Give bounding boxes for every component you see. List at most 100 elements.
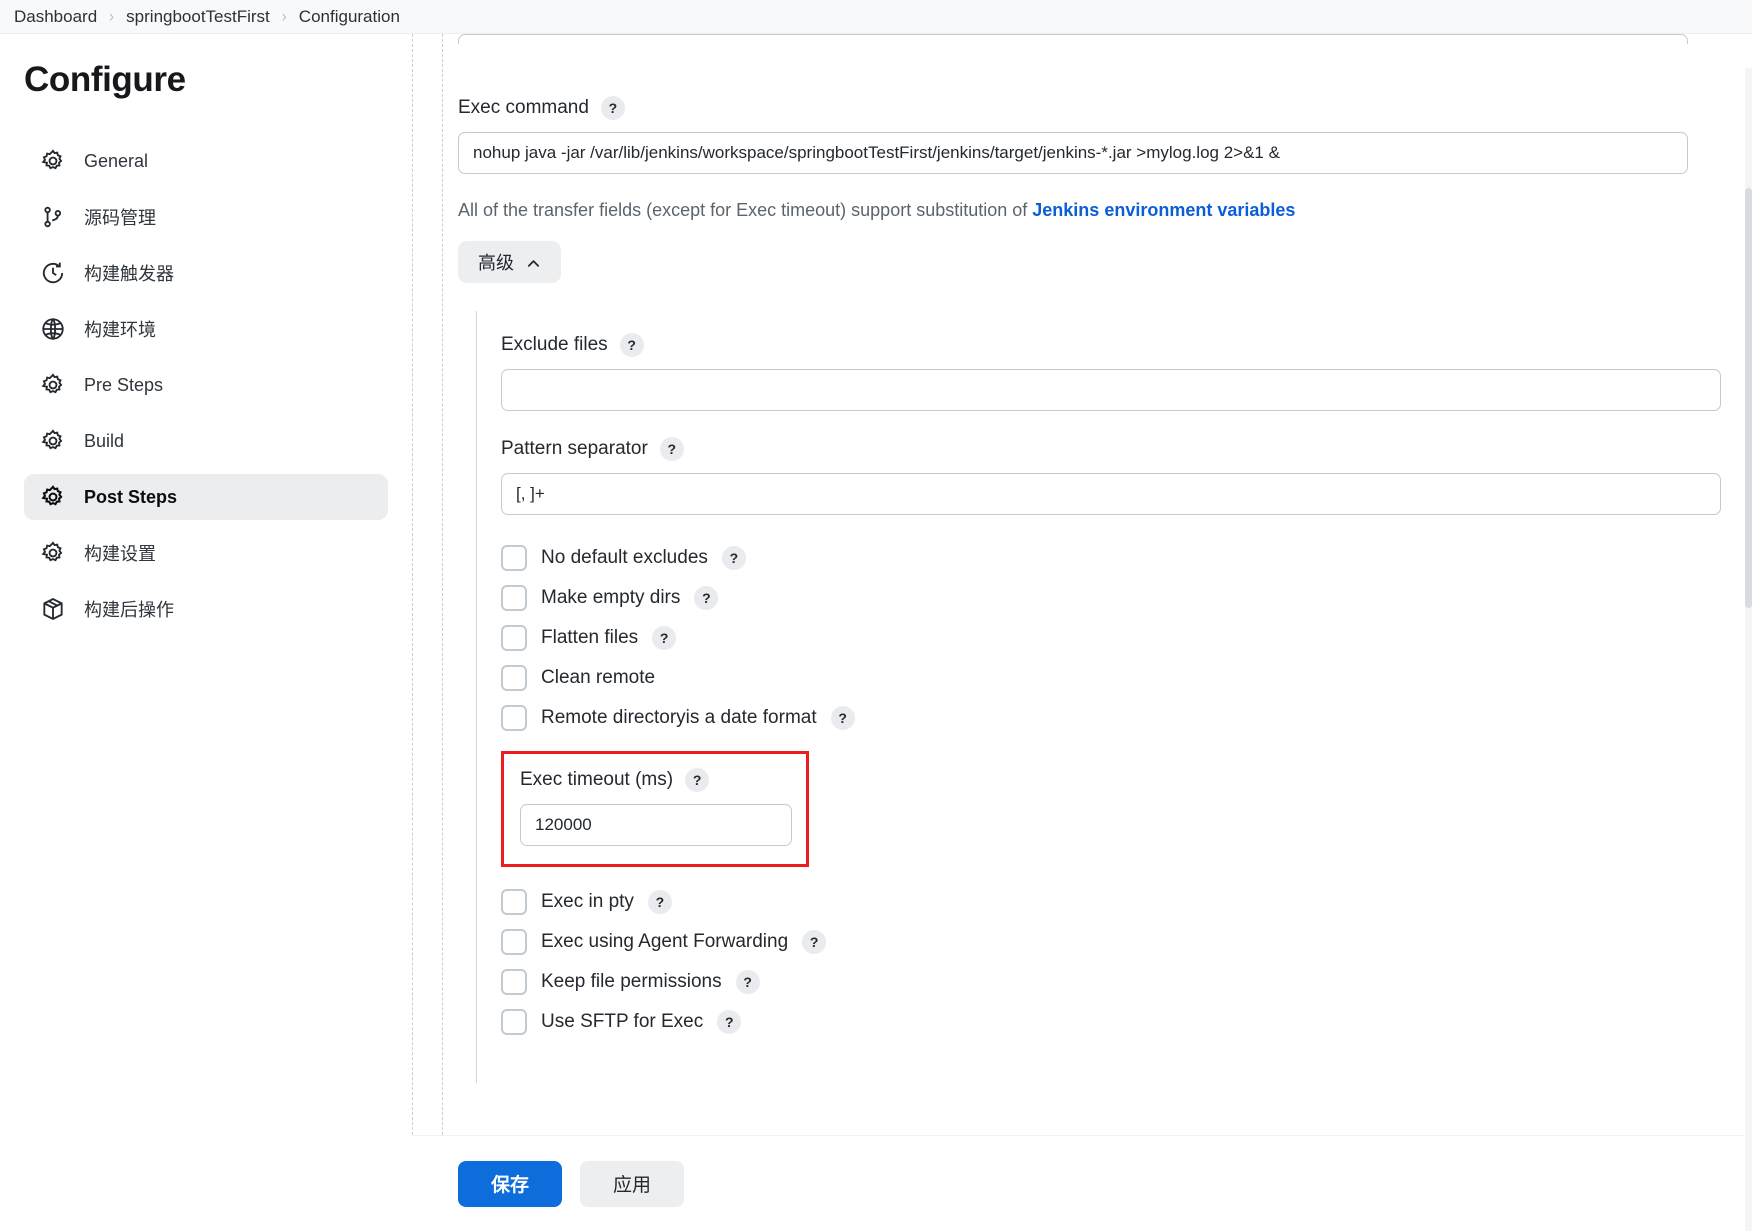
checkbox-label: Use SFTP for Exec (541, 1011, 704, 1032)
advanced-panel: Exclude files ? Pattern separator ? [, ]… (476, 311, 1752, 1083)
exclude-files-field: Exclude files ? (501, 333, 1752, 411)
breadcrumb-item-dashboard[interactable]: Dashboard (8, 7, 103, 27)
help-icon[interactable]: ? (717, 1010, 742, 1034)
checkbox-label: Exec in pty (541, 891, 634, 912)
breadcrumb: Dashboard › springbootTestFirst › Config… (0, 0, 1752, 34)
post-steps-form: Exec command ? nohup java -jar /var/lib/… (412, 34, 1752, 1083)
exec-in-pty-checkbox[interactable] (501, 889, 527, 915)
sidebar-item-label: Pre Steps (84, 374, 164, 395)
substitution-note: All of the transfer fields (except for E… (458, 200, 1752, 221)
clock-icon (40, 260, 66, 286)
page-title: Configure (24, 60, 186, 99)
branch-icon (40, 204, 66, 230)
save-button[interactable]: 保存 (458, 1160, 562, 1207)
sidebar-item-label: 构建设置 (84, 544, 156, 564)
pattern-separator-label-row: Pattern separator ? (501, 437, 1752, 461)
checkbox-label: Clean remote (541, 667, 656, 688)
scrollbar-thumb[interactable] (1745, 188, 1752, 608)
exec-command-input[interactable]: nohup java -jar /var/lib/jenkins/workspa… (458, 132, 1688, 174)
exclude-files-label: Exclude files (501, 334, 608, 355)
gear-icon (40, 372, 66, 398)
help-icon[interactable]: ? (652, 626, 677, 650)
help-icon[interactable]: ? (694, 586, 719, 610)
make-empty-dirs-checkbox[interactable] (501, 585, 527, 611)
sidebar: Configure General 源码管理 构建触发器 构建环境 Pre St… (0, 34, 412, 1231)
pattern-separator-label: Pattern separator (501, 438, 648, 459)
help-icon[interactable]: ? (802, 930, 827, 954)
sidebar-item-label: 构建后操作 (84, 600, 174, 620)
help-icon[interactable]: ? (721, 546, 746, 570)
main-content: Exec command ? nohup java -jar /var/lib/… (412, 34, 1752, 1231)
exec-command-label-row: Exec command ? (458, 96, 1752, 120)
exec-command-label: Exec command (458, 97, 589, 118)
sidebar-item-build-triggers[interactable]: 构建触发器 (24, 250, 388, 296)
checkbox-row[interactable]: Use SFTP for Exec ? (501, 1009, 1752, 1035)
apply-button[interactable]: 应用 (580, 1160, 684, 1207)
help-icon[interactable]: ? (619, 333, 644, 357)
box-icon (40, 596, 66, 622)
sidebar-item-build-settings[interactable]: 构建设置 (24, 530, 388, 576)
help-icon[interactable]: ? (685, 768, 710, 792)
help-icon[interactable]: ? (600, 96, 625, 120)
exec-timeout-input[interactable]: 120000 (520, 804, 792, 846)
clean-remote-checkbox[interactable] (501, 665, 527, 691)
sidebar-item-pre-steps[interactable]: Pre Steps (24, 362, 388, 408)
pattern-separator-field: Pattern separator ? [, ]+ (501, 437, 1752, 515)
form-footer: 保存 应用 (412, 1135, 1752, 1231)
exclude-files-input[interactable] (501, 369, 1721, 411)
checkbox-row[interactable]: No default excludes ? (501, 545, 1752, 571)
checkbox-row[interactable]: Make empty dirs ? (501, 585, 1752, 611)
keep-file-permissions-checkbox[interactable] (501, 969, 527, 995)
sidebar-item-label: 构建触发器 (84, 264, 174, 284)
sidebar-item-label: 源码管理 (84, 208, 156, 228)
advanced-checkbox-group-top: No default excludes ? Make empty dirs ? … (501, 545, 1752, 731)
help-icon[interactable]: ? (830, 706, 855, 730)
checkbox-label: Remote directoryis a date format (541, 707, 817, 728)
breadcrumb-item-configuration[interactable]: Configuration (293, 7, 406, 27)
checkbox-row[interactable]: Remote directoryis a date format ? (501, 705, 1752, 731)
advanced-toggle-button[interactable]: 高级 (458, 241, 561, 283)
help-icon[interactable]: ? (647, 890, 672, 914)
breadcrumb-separator-icon: › (109, 7, 115, 26)
flatten-files-checkbox[interactable] (501, 625, 527, 651)
substitution-note-text: All of the transfer fields (except for E… (458, 200, 1033, 220)
exec-timeout-label-row: Exec timeout (ms) ? (520, 768, 790, 792)
sidebar-item-label: General (84, 150, 149, 171)
help-icon[interactable]: ? (659, 437, 684, 461)
checkbox-label: Flatten files (541, 627, 639, 648)
no-default-excludes-checkbox[interactable] (501, 545, 527, 571)
exec-using-agent-forwarding-checkbox[interactable] (501, 929, 527, 955)
sidebar-item-general[interactable]: General (24, 138, 388, 184)
chevron-up-icon (526, 255, 541, 270)
checkbox-label: No default excludes (541, 547, 708, 568)
exec-command-field: Exec command ? nohup java -jar /var/lib/… (458, 96, 1752, 174)
sidebar-item-scm[interactable]: 源码管理 (24, 194, 388, 240)
help-icon[interactable]: ? (735, 970, 760, 994)
previous-field-clipped (458, 34, 1688, 44)
checkbox-row[interactable]: Keep file permissions ? (501, 969, 1752, 995)
sidebar-item-label: Post Steps (84, 486, 178, 507)
breadcrumb-separator-icon: › (281, 7, 287, 26)
use-sftp-for-exec-checkbox[interactable] (501, 1009, 527, 1035)
sidebar-item-build[interactable]: Build (24, 418, 388, 464)
gear-icon (40, 428, 66, 454)
breadcrumb-item-project[interactable]: springbootTestFirst (120, 7, 276, 27)
sidebar-item-post-build-actions[interactable]: 构建后操作 (24, 586, 388, 632)
checkbox-label: Keep file permissions (541, 971, 722, 992)
sidebar-item-build-environment[interactable]: 构建环境 (24, 306, 388, 352)
sidebar-item-post-steps[interactable]: Post Steps (24, 474, 388, 520)
checkbox-row[interactable]: Exec in pty ? (501, 889, 1752, 915)
checkbox-label: Exec using Agent Forwarding (541, 931, 789, 952)
exec-timeout-highlight-box: Exec timeout (ms) ? 120000 (501, 751, 809, 867)
scrollbar-track[interactable] (1745, 68, 1752, 1231)
jenkins-environment-variables-link[interactable]: Jenkins environment variables (1032, 200, 1295, 220)
checkbox-row[interactable]: Exec using Agent Forwarding ? (501, 929, 1752, 955)
globe-icon (40, 316, 66, 342)
gear-icon (40, 484, 66, 510)
checkbox-row[interactable]: Flatten files ? (501, 625, 1752, 651)
pattern-separator-input[interactable]: [, ]+ (501, 473, 1721, 515)
gear-icon (40, 540, 66, 566)
sidebar-item-label: Build (84, 430, 125, 451)
remote-directory-date-format-checkbox[interactable] (501, 705, 527, 731)
checkbox-row[interactable]: Clean remote (501, 665, 1752, 691)
